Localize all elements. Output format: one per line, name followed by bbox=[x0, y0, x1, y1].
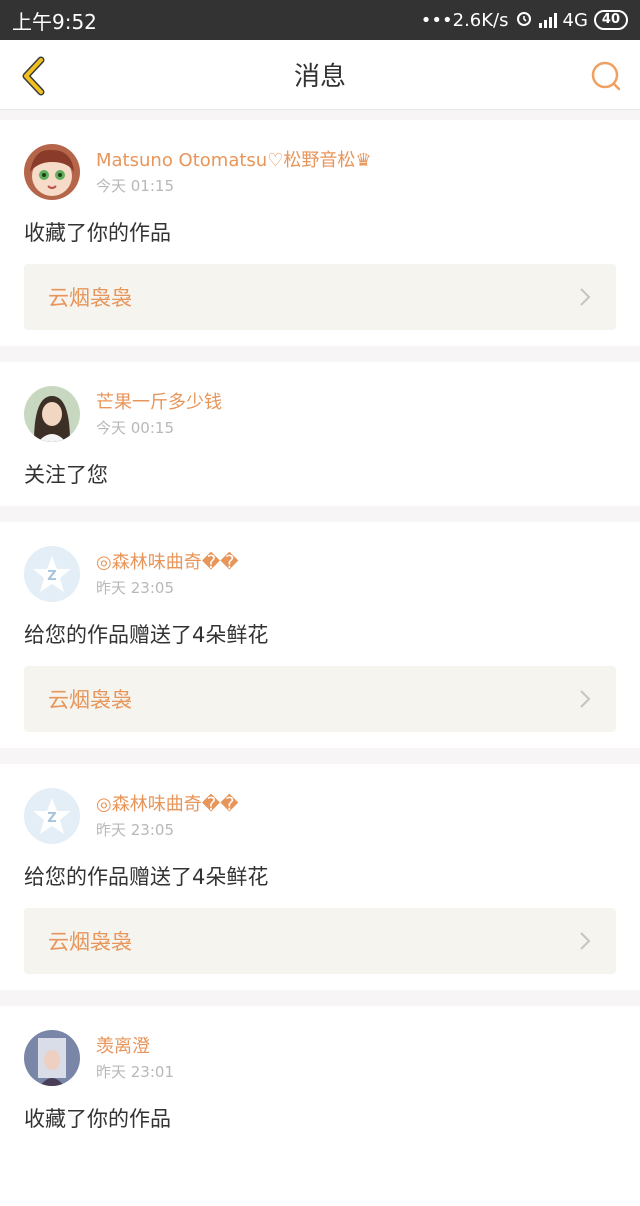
avatar[interactable]: Z bbox=[24, 788, 80, 844]
default-avatar-icon: Z bbox=[24, 788, 80, 844]
username[interactable]: 羡离澄 bbox=[96, 1034, 174, 1060]
status-bar: 上午9:52 •••2.6K/s 4G 40 bbox=[0, 0, 640, 40]
message-card[interactable]: 芒果一斤多少钱 今天 00:15 关注了您 bbox=[0, 362, 640, 506]
back-button[interactable] bbox=[14, 56, 54, 96]
signal-icon bbox=[538, 12, 557, 28]
avatar[interactable] bbox=[24, 386, 80, 442]
chevron-left-icon bbox=[22, 56, 45, 96]
action-text: 给您的作品赠送了4朵鲜花 bbox=[24, 865, 269, 889]
message-card[interactable]: 羡离澄 昨天 23:01 收藏了你的作品 bbox=[0, 1006, 640, 1206]
anime-avatar-icon bbox=[24, 144, 80, 200]
message-card[interactable]: Z ◎森林味曲奇�� 昨天 23:05 给您的作品赠送了4朵鲜花 云烟袅袅 bbox=[0, 522, 640, 748]
alarm-icon bbox=[515, 9, 533, 32]
timestamp: 今天 01:15 bbox=[96, 177, 174, 195]
avatar[interactable] bbox=[24, 144, 80, 200]
work-link[interactable]: 云烟袅袅 bbox=[24, 264, 616, 330]
search-icon bbox=[591, 61, 621, 91]
message-card[interactable]: Z ◎森林味曲奇�� 昨天 23:05 给您的作品赠送了4朵鲜花 云烟袅袅 bbox=[0, 764, 640, 990]
work-link[interactable]: 云烟袅袅 bbox=[24, 666, 616, 732]
message-list: Matsuno Otomatsu♡松野音松♛ 今天 01:15 收藏了你的作品 … bbox=[0, 120, 640, 1206]
header: 消息 bbox=[0, 40, 640, 110]
search-button[interactable] bbox=[586, 56, 626, 96]
action-text: 收藏了你的作品 bbox=[24, 221, 171, 245]
network-speed: •••2.6K/s bbox=[420, 9, 509, 31]
avatar[interactable]: Z bbox=[24, 546, 80, 602]
message-card[interactable]: Matsuno Otomatsu♡松野音松♛ 今天 01:15 收藏了你的作品 … bbox=[0, 120, 640, 346]
svg-text:Z: Z bbox=[47, 811, 56, 826]
action-text: 收藏了你的作品 bbox=[24, 1107, 171, 1131]
work-title: 云烟袅袅 bbox=[48, 930, 132, 954]
timestamp: 昨天 23:01 bbox=[96, 1063, 174, 1081]
network-type: 4G bbox=[562, 9, 588, 31]
default-avatar-icon: Z bbox=[24, 546, 80, 602]
photo-avatar-icon bbox=[24, 1030, 80, 1086]
avatar[interactable] bbox=[24, 1030, 80, 1086]
photo-avatar-icon bbox=[24, 386, 80, 442]
chevron-right-icon bbox=[580, 932, 591, 950]
action-text: 给您的作品赠送了4朵鲜花 bbox=[24, 623, 269, 647]
work-title: 云烟袅袅 bbox=[48, 286, 132, 310]
timestamp: 今天 00:15 bbox=[96, 419, 174, 437]
username[interactable]: 芒果一斤多少钱 bbox=[96, 390, 222, 416]
svg-text:Z: Z bbox=[47, 569, 56, 584]
work-title: 云烟袅袅 bbox=[48, 688, 132, 712]
work-link[interactable]: 云烟袅袅 bbox=[24, 908, 616, 974]
chevron-right-icon bbox=[580, 690, 591, 708]
battery-level: 40 bbox=[601, 12, 620, 27]
battery-icon: 40 bbox=[593, 10, 628, 30]
username[interactable]: ◎森林味曲奇�� bbox=[96, 550, 239, 576]
action-text: 关注了您 bbox=[24, 463, 108, 487]
page-title: 消息 bbox=[293, 62, 346, 92]
status-indicators: •••2.6K/s 4G 40 bbox=[421, 9, 628, 32]
status-time: 上午9:52 bbox=[12, 9, 97, 34]
username[interactable]: Matsuno Otomatsu♡松野音松♛ bbox=[96, 148, 371, 174]
chevron-right-icon bbox=[580, 288, 591, 306]
username[interactable]: ◎森林味曲奇�� bbox=[96, 792, 239, 818]
timestamp: 昨天 23:05 bbox=[96, 821, 174, 839]
timestamp: 昨天 23:05 bbox=[96, 579, 174, 597]
